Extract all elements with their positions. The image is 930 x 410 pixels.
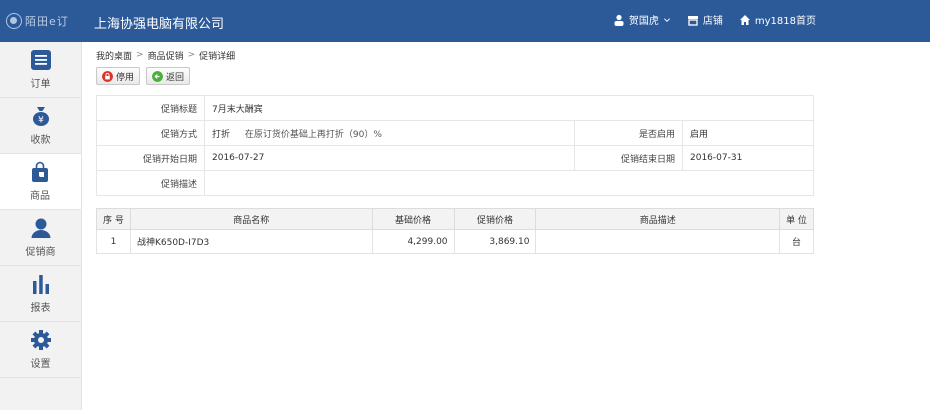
info-row: 促销标题 7月末大酬宾 xyxy=(96,95,814,121)
stop-icon xyxy=(102,70,113,82)
sidebar-item-promoters[interactable]: 促销商 xyxy=(0,210,81,266)
promo-method-detail: 在原订货价基础上再打折（90）% xyxy=(244,129,382,140)
sidebar-item-label: 设置 xyxy=(30,359,51,370)
promo-method-label: 促销方式 xyxy=(96,120,205,146)
goods-table: 序 号 商品名称 基础价格 促销价格 商品描述 单 位 1 战神K650D-I7… xyxy=(96,208,814,254)
info-row: 促销开始日期 2016-07-27 促销结束日期 2016-07-31 xyxy=(96,145,814,171)
sidebar-item-label: 订单 xyxy=(30,79,51,90)
logo[interactable]: 陌田e订 xyxy=(6,12,70,30)
sidebar-item-payments[interactable]: ¥ 收款 xyxy=(0,98,81,154)
disable-button-label: 停用 xyxy=(116,72,135,83)
breadcrumb-separator: > xyxy=(136,50,144,60)
col-header-base-price: 基础价格 xyxy=(371,208,455,230)
sidebar-item-products[interactable]: 商品 xyxy=(0,154,81,210)
user-icon xyxy=(614,14,624,26)
promo-desc-label: 促销描述 xyxy=(96,170,205,196)
cell-base-price: 4,299.00 xyxy=(371,229,455,254)
sidebar-item-orders[interactable]: 订单 xyxy=(0,42,81,98)
cell-no: 1 xyxy=(96,229,131,254)
promo-start-label: 促销开始日期 xyxy=(96,145,205,171)
company-name: 上海协强电脑有限公司 xyxy=(94,17,225,32)
logo-icon xyxy=(6,13,22,29)
promo-enabled-value: 启用 xyxy=(682,120,814,146)
store-icon xyxy=(687,15,698,26)
info-row: 促销方式 打折 在原订货价基础上再打折（90）% 是否启用 启用 xyxy=(96,120,814,146)
sidebar-item-label: 促销商 xyxy=(25,247,56,258)
home-link[interactable]: my1818首页 xyxy=(739,12,816,27)
store-label: 店铺 xyxy=(702,16,723,27)
promo-method-value: 打折 xyxy=(212,129,231,140)
home-label: my1818首页 xyxy=(754,16,816,27)
breadcrumb: 我的桌面 > 商品促销 > 促销详细 xyxy=(96,48,816,62)
back-button-label: 返回 xyxy=(166,72,185,83)
col-header-unit: 单 位 xyxy=(779,208,814,230)
table-row: 1 战神K650D-I7D3 4,299.00 3,869.10 台 xyxy=(96,229,814,254)
user-menu[interactable]: 贺国虎 xyxy=(613,12,671,27)
cell-promo-price: 3,869.10 xyxy=(453,229,537,254)
bar-chart-icon xyxy=(32,275,49,294)
chevron-down-icon xyxy=(663,17,670,22)
promo-title-label: 促销标题 xyxy=(96,95,205,121)
cell-unit: 台 xyxy=(779,229,814,254)
col-header-no: 序 号 xyxy=(96,208,131,230)
sidebar-item-label: 商品 xyxy=(30,191,50,202)
goods-header-row: 序 号 商品名称 基础价格 促销价格 商品描述 单 位 xyxy=(96,208,814,230)
info-row: 促销描述 xyxy=(96,170,814,196)
gear-icon xyxy=(30,330,51,350)
sidebar-item-label: 收款 xyxy=(30,135,51,146)
action-bar: 停用 返回 xyxy=(96,67,816,85)
promo-desc-value xyxy=(204,170,814,196)
col-header-desc: 商品描述 xyxy=(535,208,780,230)
promo-enabled-label: 是否启用 xyxy=(574,120,683,146)
breadcrumb-separator: > xyxy=(187,50,196,60)
breadcrumb-desktop[interactable]: 我的桌面 xyxy=(96,49,132,62)
breadcrumb-promotions[interactable]: 商品促销 xyxy=(148,49,184,62)
shopping-bag-icon xyxy=(32,161,48,182)
home-icon xyxy=(739,14,750,25)
disable-button[interactable]: 停用 xyxy=(96,67,141,85)
sidebar-item-label: 报表 xyxy=(30,303,51,314)
top-right-nav: 贺国虎 店铺 my1818首页 xyxy=(613,12,816,27)
svg-text:¥: ¥ xyxy=(38,116,44,126)
sidebar-item-settings[interactable]: 设置 xyxy=(0,322,81,378)
order-list-icon xyxy=(30,50,51,70)
promotion-info-table: 促销标题 7月末大酬宾 促销方式 打折 在原订货价基础上再打折（90）% 是否启… xyxy=(96,95,814,196)
promo-title-value: 7月末大酬宾 xyxy=(204,95,814,121)
sidebar-item-reports[interactable]: 报表 xyxy=(0,266,81,322)
top-bar: 陌田e订 上海协强电脑有限公司 贺国虎 店铺 my1818首页 xyxy=(0,0,930,42)
store-link[interactable]: 店铺 xyxy=(687,12,723,27)
promo-method-cell: 打折 在原订货价基础上再打折（90）% xyxy=(204,120,575,146)
promo-end-label: 促销结束日期 xyxy=(574,145,683,171)
back-arrow-icon xyxy=(152,70,164,82)
cell-name: 战神K650D-I7D3 xyxy=(129,229,373,254)
logo-text: 陌田e订 xyxy=(25,15,69,28)
sidebar: 订单 ¥ 收款 商品 促销商 报表 设置 xyxy=(0,42,82,410)
back-button[interactable]: 返回 xyxy=(146,67,191,85)
promo-start-value: 2016-07-27 xyxy=(204,145,575,171)
promo-end-value: 2016-07-31 xyxy=(682,145,814,171)
money-bag-icon: ¥ xyxy=(32,107,49,126)
col-header-name: 商品名称 xyxy=(129,208,373,230)
breadcrumb-current: 促销详细 xyxy=(199,51,236,62)
cell-desc xyxy=(535,229,780,254)
main-content: 我的桌面 > 商品促销 > 促销详细 停用 返回 促销标题 7月末大酬宾 促销方… xyxy=(96,48,816,254)
user-icon xyxy=(31,218,50,238)
col-header-promo-price: 促销价格 xyxy=(453,208,537,230)
user-name: 贺国虎 xyxy=(628,16,659,27)
